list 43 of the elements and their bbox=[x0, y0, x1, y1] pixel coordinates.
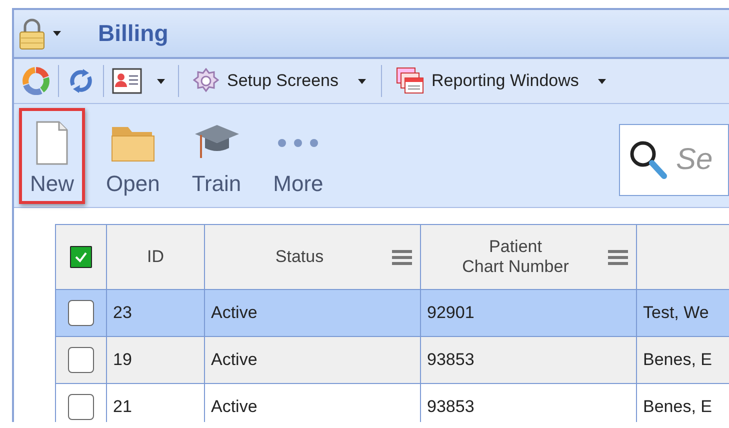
more-button[interactable]: More bbox=[262, 108, 334, 204]
table-cell: Active bbox=[211, 303, 258, 322]
caret-icon[interactable] bbox=[156, 78, 166, 84]
train-button[interactable]: Train bbox=[180, 108, 252, 204]
table-cell: 92901 bbox=[427, 303, 474, 322]
table-cell: Active bbox=[211, 350, 258, 369]
menu-icon[interactable] bbox=[608, 248, 628, 266]
table-row[interactable]: 23 Active 92901 Test, We bbox=[56, 290, 729, 336]
table-cell: 93853 bbox=[427, 350, 474, 369]
caret-icon[interactable] bbox=[52, 30, 62, 37]
open-button[interactable]: Open bbox=[95, 108, 171, 204]
table-cell: Benes, E bbox=[643, 397, 712, 416]
search-icon bbox=[628, 138, 668, 180]
menu-icon[interactable] bbox=[392, 248, 412, 266]
lock-icon[interactable] bbox=[18, 18, 46, 50]
table-cell: Active bbox=[211, 397, 258, 416]
document-icon bbox=[35, 120, 69, 166]
row-checkbox[interactable] bbox=[68, 394, 94, 420]
windows-icon bbox=[396, 67, 424, 95]
table-cell: 19 bbox=[113, 350, 132, 369]
new-button[interactable]: New bbox=[19, 108, 86, 204]
check-icon bbox=[74, 251, 88, 263]
table-cell: 93853 bbox=[427, 397, 474, 416]
row-checkbox[interactable] bbox=[68, 300, 94, 326]
contact-card-icon[interactable] bbox=[112, 68, 142, 94]
select-all-checkbox[interactable] bbox=[70, 246, 92, 268]
column-header[interactable]: ID bbox=[106, 224, 204, 290]
reporting-windows-button[interactable]: Reporting Windows bbox=[390, 67, 613, 95]
setup-screens-button[interactable]: Setup Screens bbox=[187, 68, 373, 94]
column-header[interactable]: Status bbox=[204, 224, 420, 290]
refresh-icon[interactable] bbox=[67, 67, 95, 95]
search-field[interactable]: Se bbox=[676, 142, 716, 176]
ring-icon[interactable] bbox=[22, 67, 50, 95]
table-cell: 21 bbox=[113, 397, 132, 416]
table-cell: Benes, E bbox=[643, 350, 712, 369]
table-row[interactable]: 19 Active 93853 Benes, E bbox=[56, 336, 729, 384]
table-cell: 23 bbox=[113, 303, 132, 322]
gear-icon bbox=[193, 68, 219, 94]
table-row[interactable]: 21 Active 93853 Benes, E bbox=[56, 384, 729, 422]
column-header[interactable]: Patient Chart Number bbox=[420, 224, 636, 290]
table-cell: Test, We bbox=[643, 303, 709, 322]
window-title: Billing bbox=[98, 20, 168, 47]
row-checkbox[interactable] bbox=[68, 347, 94, 373]
